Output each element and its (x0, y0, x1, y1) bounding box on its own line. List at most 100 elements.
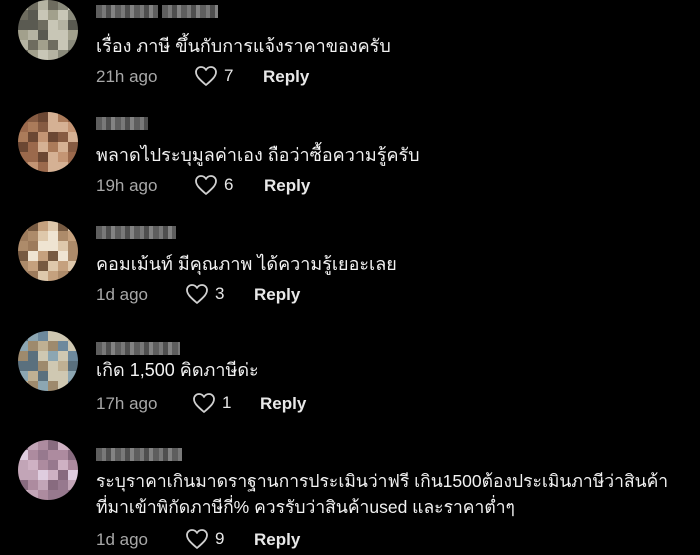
avatar-mosaic-cell (28, 132, 38, 142)
avatar-mosaic-cell (18, 132, 28, 142)
avatar-mosaic-cell (48, 341, 58, 351)
avatar-mosaic-cell (18, 40, 28, 50)
avatar-mosaic-cell (68, 341, 78, 351)
like-count: 7 (224, 66, 234, 85)
like-button[interactable]: 3 (185, 283, 224, 305)
username-blurred[interactable] (96, 224, 176, 240)
avatar-mosaic-cell (48, 112, 58, 122)
heart-outline-icon (195, 175, 217, 195)
avatar-mosaic-cell (68, 440, 78, 450)
avatar-mosaic-cell (48, 152, 58, 162)
avatar-mosaic-cell (68, 142, 78, 152)
avatar-mosaic-cell (28, 241, 38, 251)
avatar-mosaic-cell (68, 231, 78, 241)
username-blurred[interactable] (96, 340, 180, 356)
reply-button[interactable]: Reply (254, 285, 300, 305)
avatar-mosaic-cell (58, 20, 68, 30)
avatar-mosaic-cell (28, 112, 38, 122)
avatar-mosaic-cell (48, 241, 58, 251)
comment-text: ระบุราคาเกินมาดราฐานการประเมินว่าฟรี เกิ… (96, 471, 669, 491)
reply-button[interactable]: Reply (260, 394, 306, 414)
avatar-mosaic-cell (38, 20, 48, 30)
avatar[interactable] (18, 331, 78, 391)
avatar-mosaic-cell (48, 122, 58, 132)
avatar-mosaic-cell (18, 261, 28, 271)
reply-button[interactable]: Reply (254, 530, 300, 550)
avatar-mosaic-cell (38, 371, 48, 381)
avatar-mosaic-cell (58, 351, 68, 361)
avatar-mosaic-cell (48, 381, 58, 391)
comment-item: คอมเม้นท์ มีคุณภาพ ได้ความรู้เยอะเลย 1d … (0, 221, 700, 331)
username-blur (96, 341, 180, 355)
avatar-mosaic-cell (58, 30, 68, 40)
avatar-mosaic-cell (58, 271, 68, 281)
avatar-mosaic-cell (68, 251, 78, 261)
avatar-mosaic-cell (38, 440, 48, 450)
avatar-mosaic-cell (68, 331, 78, 341)
avatar-mosaic-cell (58, 40, 68, 50)
like-button[interactable]: 9 (185, 528, 224, 550)
avatar-mosaic-cell (68, 132, 78, 142)
avatar-mosaic-cell (68, 241, 78, 251)
avatar-mosaic-cell (48, 10, 58, 20)
avatar-mosaic-cell (28, 361, 38, 371)
avatar-mosaic-cell (58, 50, 68, 60)
avatar-mosaic-cell (38, 490, 48, 500)
like-button[interactable]: 7 (194, 65, 233, 87)
avatar-mosaic-cell (58, 381, 68, 391)
heart-outline-icon (186, 529, 208, 549)
avatar-mosaic-cell (28, 0, 38, 10)
avatar-mosaic-cell (68, 490, 78, 500)
avatar-mosaic-cell (28, 351, 38, 361)
comment-text: คอมเม้นท์ มีคุณภาพ ได้ความรู้เยอะเลย (96, 254, 397, 274)
avatar-mosaic-cell (18, 470, 28, 480)
reply-button[interactable]: Reply (263, 67, 309, 87)
username-blurred[interactable] (96, 3, 218, 19)
username-blurred[interactable] (96, 115, 148, 131)
avatar-mosaic-cell (68, 381, 78, 391)
avatar-mosaic-cell (68, 30, 78, 40)
avatar[interactable] (18, 0, 78, 60)
avatar-mosaic-cell (18, 460, 28, 470)
avatar-mosaic-cell (18, 20, 28, 30)
avatar-mosaic-cell (18, 450, 28, 460)
avatar-mosaic-cell (18, 480, 28, 490)
avatar[interactable] (18, 221, 78, 281)
comment-timestamp: 19h ago (96, 176, 158, 195)
avatar-mosaic-cell (48, 490, 58, 500)
avatar-mosaic-cell (48, 20, 58, 30)
username-blur (96, 4, 158, 18)
avatar-mosaic-cell (18, 371, 28, 381)
avatar-mosaic-cell (48, 221, 58, 231)
avatar-mosaic-cell (18, 341, 28, 351)
username-blur (96, 116, 148, 130)
like-count: 6 (224, 175, 234, 194)
avatar-mosaic-cell (58, 450, 68, 460)
comment-meta: 1d ago (96, 283, 148, 307)
username-blurred[interactable] (96, 446, 182, 462)
avatar-mosaic-cell (38, 231, 48, 241)
username-blur (96, 447, 182, 461)
avatar-mosaic-cell (18, 162, 28, 172)
avatar-mosaic-cell (28, 381, 38, 391)
avatar[interactable] (18, 112, 78, 172)
like-button[interactable]: 1 (192, 392, 231, 414)
comment-text-line-2: ที่มาเข้าพิกัดภาษีกี่% ควรรับว่าสินค้าus… (96, 497, 515, 517)
avatar-mosaic-cell (38, 40, 48, 50)
avatar-mosaic-cell (38, 142, 48, 152)
heart-outline-icon (195, 66, 217, 86)
comment-text: พลาดไประบุมูลค่าเอง ถือว่าซื้อความรู้ครั… (96, 145, 420, 165)
avatar-mosaic-cell (18, 361, 28, 371)
avatar[interactable] (18, 440, 78, 500)
avatar-mosaic-cell (38, 460, 48, 470)
reply-button[interactable]: Reply (264, 176, 310, 196)
avatar-mosaic-cell (38, 152, 48, 162)
avatar-mosaic-cell (68, 0, 78, 10)
avatar-mosaic-cell (28, 20, 38, 30)
avatar-mosaic-cell (38, 122, 48, 132)
avatar-mosaic-cell (38, 112, 48, 122)
avatar-mosaic-cell (18, 381, 28, 391)
avatar-mosaic-cell (18, 50, 28, 60)
like-count: 3 (215, 284, 225, 303)
like-button[interactable]: 6 (194, 174, 233, 196)
